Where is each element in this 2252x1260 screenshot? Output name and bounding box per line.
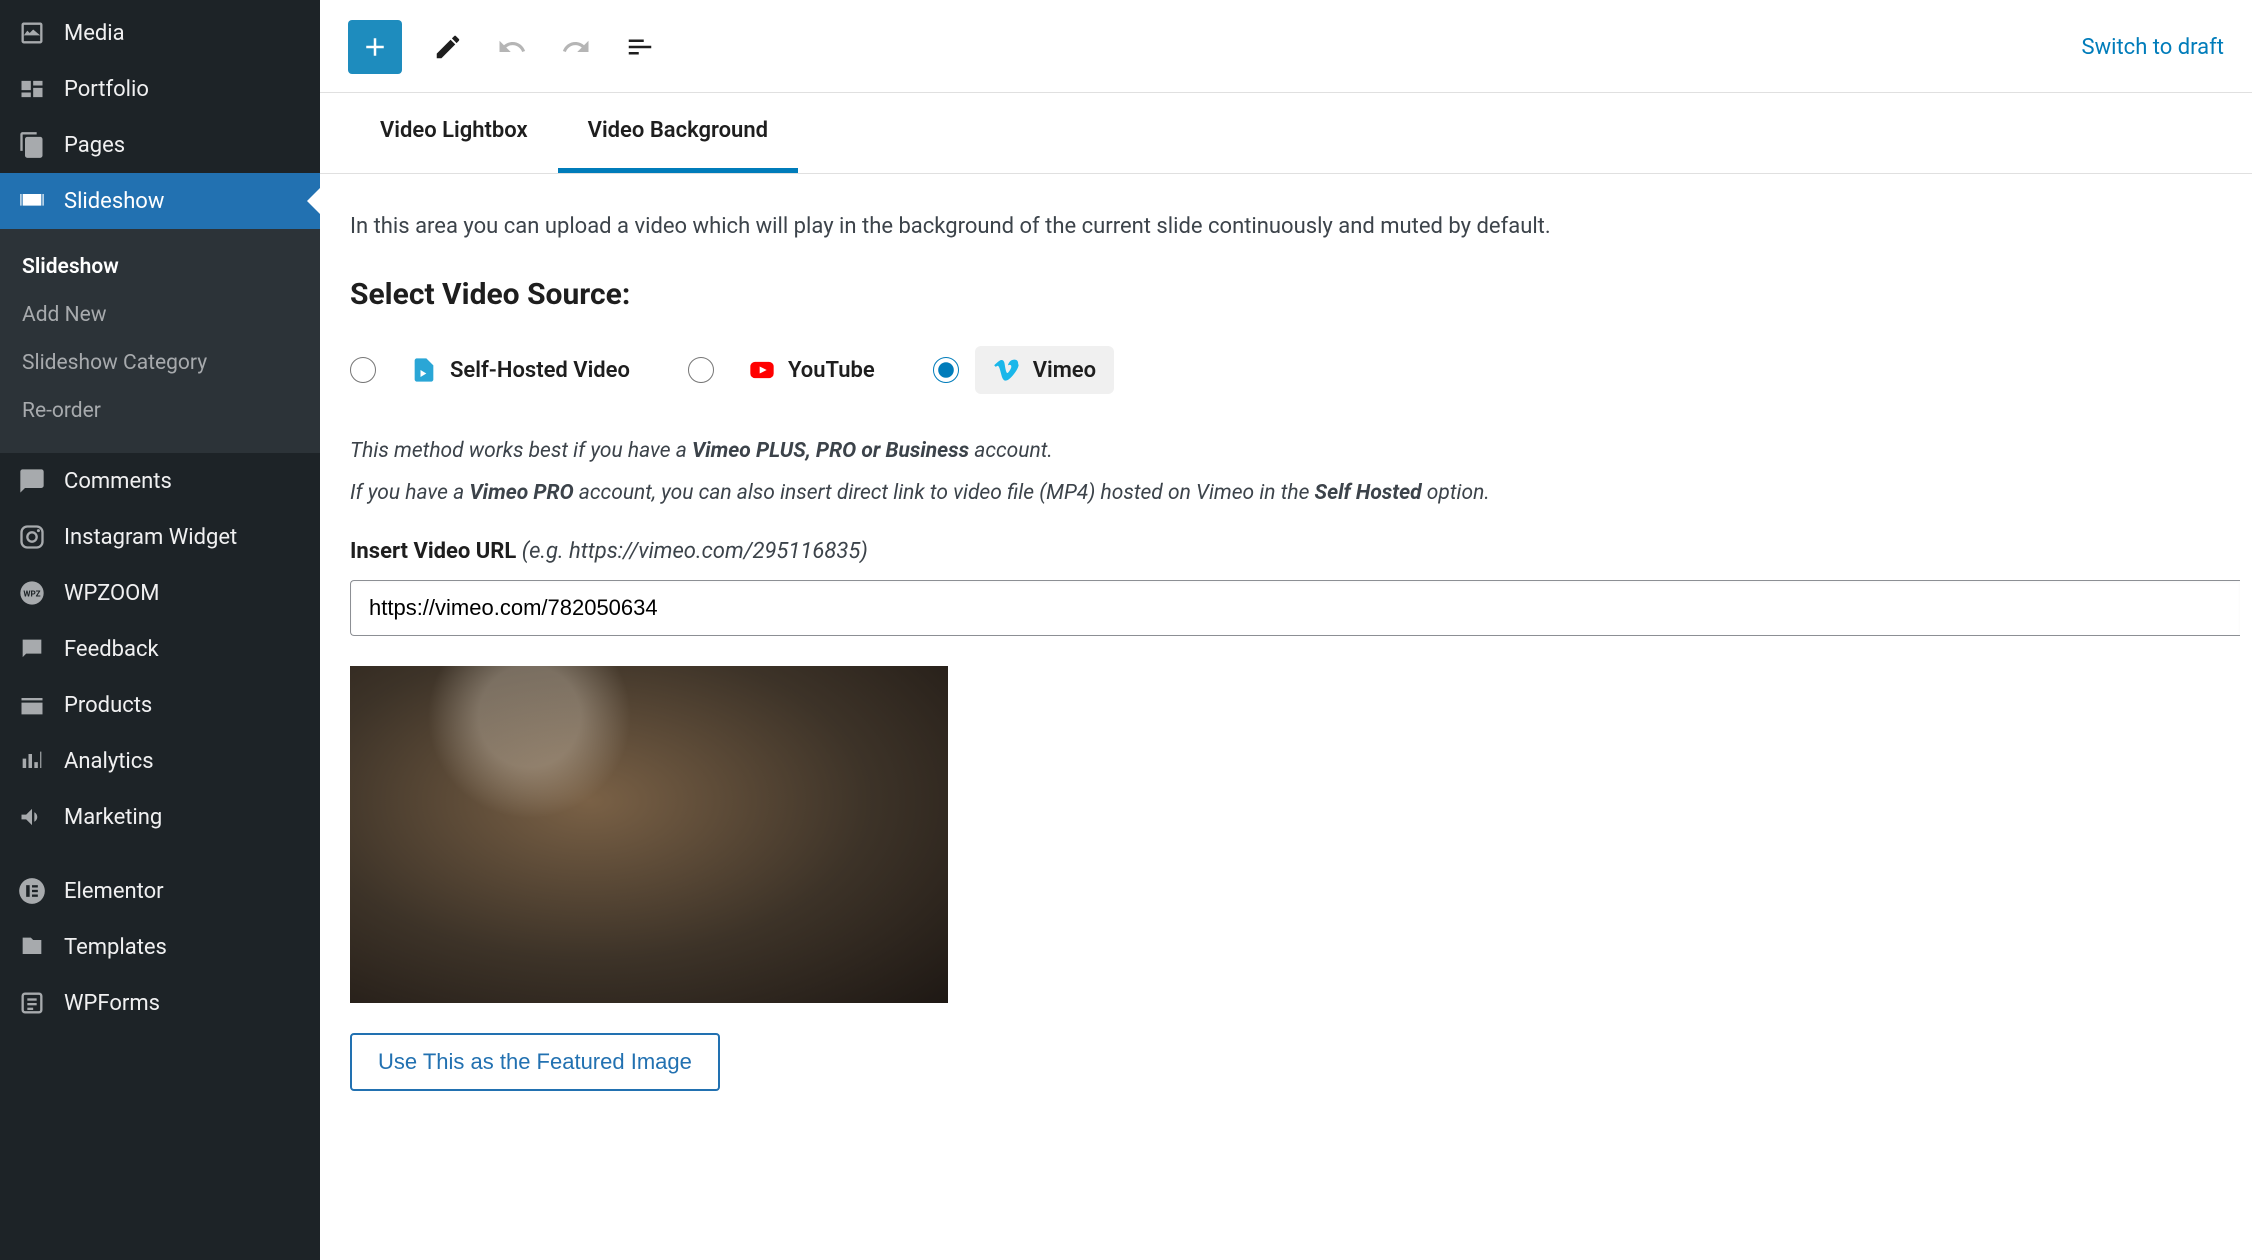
sidebar-item-instagram[interactable]: Instagram Widget [0,509,320,565]
templates-icon [18,933,46,961]
sidebar-label: Analytics [64,749,154,774]
analytics-icon [18,747,46,775]
sidebar-item-elementor[interactable]: Elementor [0,863,320,919]
redo-button[interactable] [558,29,594,65]
tab-content: In this area you can upload a video whic… [320,174,2252,1260]
youtube-icon [748,356,776,384]
sidebar-item-analytics[interactable]: Analytics [0,733,320,789]
use-as-featured-image-button[interactable]: Use This as the Featured Image [350,1033,720,1091]
wpforms-icon [18,989,46,1017]
sidebar-label: Portfolio [64,77,149,102]
radio-vimeo[interactable] [933,357,959,383]
main-content: Switch to draft Video Lightbox Video Bac… [320,0,2252,1260]
edit-mode-button[interactable] [430,29,466,65]
plus-icon [360,32,390,62]
radio-self-hosted[interactable] [350,357,376,383]
submenu-slideshow[interactable]: Slideshow [0,243,320,291]
submenu-add-new[interactable]: Add New [0,291,320,339]
svg-text:WPZ: WPZ [23,589,40,599]
products-icon [18,691,46,719]
radio-youtube[interactable] [688,357,714,383]
marketing-icon [18,803,46,831]
feedback-icon [18,635,46,663]
select-video-source-title: Select Video Source: [350,277,2252,312]
instagram-icon [18,523,46,551]
section-description: In this area you can upload a video whic… [350,214,2252,239]
option-self-hosted[interactable]: Self-Hosted Video [350,346,648,394]
add-block-button[interactable] [348,20,402,74]
option-label: YouTube [788,358,875,383]
sidebar-item-media[interactable]: Media [0,5,320,61]
outline-icon [625,32,655,62]
sidebar-label: Products [64,693,152,718]
vimeo-note-line2: If you have a Vimeo PRO account, you can… [350,478,2252,510]
sidebar-label: Feedback [64,637,159,662]
pencil-icon [433,32,463,62]
tab-video-background[interactable]: Video Background [558,93,798,173]
sidebar-label: WPZOOM [64,581,160,606]
option-label: Self-Hosted Video [450,358,630,383]
topbar-actions [348,20,658,74]
sidebar-item-wpforms[interactable]: WPForms [0,975,320,1031]
admin-sidebar: Media Portfolio Pages Slideshow Slidesho… [0,0,320,1260]
sidebar-item-pages[interactable]: Pages [0,117,320,173]
sidebar-item-templates[interactable]: Templates [0,919,320,975]
undo-button[interactable] [494,29,530,65]
document-outline-button[interactable] [622,29,658,65]
sidebar-label: Slideshow [64,189,164,214]
sidebar-label: Marketing [64,805,162,830]
option-youtube[interactable]: YouTube [688,346,893,394]
submenu-slideshow-category[interactable]: Slideshow Category [0,339,320,387]
sidebar-item-marketing[interactable]: Marketing [0,789,320,845]
portfolio-icon [18,75,46,103]
sidebar-item-wpzoom[interactable]: WPZ WPZOOM [0,565,320,621]
video-source-options: Self-Hosted Video YouTube [350,346,2252,394]
sidebar-label: WPForms [64,991,160,1016]
video-url-label: Insert Video URL (e.g. https://vimeo.com… [350,539,2252,564]
vimeo-icon [993,356,1021,384]
undo-icon [497,32,527,62]
submenu-reorder[interactable]: Re-order [0,387,320,435]
sidebar-item-comments[interactable]: Comments [0,453,320,509]
option-vimeo[interactable]: Vimeo [933,346,1114,394]
sidebar-item-slideshow[interactable]: Slideshow [0,173,320,229]
sidebar-label: Comments [64,469,172,494]
sidebar-item-feedback[interactable]: Feedback [0,621,320,677]
sidebar-item-portfolio[interactable]: Portfolio [0,61,320,117]
pages-icon [18,131,46,159]
sidebar-label: Pages [64,133,125,158]
video-preview[interactable] [350,666,948,1003]
tab-video-lightbox[interactable]: Video Lightbox [350,93,558,173]
vimeo-note-line1: This method works best if you have a Vim… [350,436,2252,468]
sidebar-label: Instagram Widget [64,525,237,550]
comments-icon [18,467,46,495]
slideshow-icon [18,187,46,215]
sidebar-label: Templates [64,935,167,960]
redo-icon [561,32,591,62]
file-video-icon [410,356,438,384]
editor-topbar: Switch to draft [320,0,2252,93]
wpzoom-icon: WPZ [18,579,46,607]
sidebar-label: Elementor [64,879,164,904]
switch-to-draft-link[interactable]: Switch to draft [2082,35,2224,60]
elementor-icon [18,877,46,905]
sidebar-submenu: Slideshow Add New Slideshow Category Re-… [0,229,320,453]
option-label: Vimeo [1033,358,1096,383]
video-tabs: Video Lightbox Video Background [320,93,2252,174]
video-url-input[interactable] [350,580,2240,636]
sidebar-item-products[interactable]: Products [0,677,320,733]
media-icon [18,19,46,47]
sidebar-label: Media [64,21,125,46]
